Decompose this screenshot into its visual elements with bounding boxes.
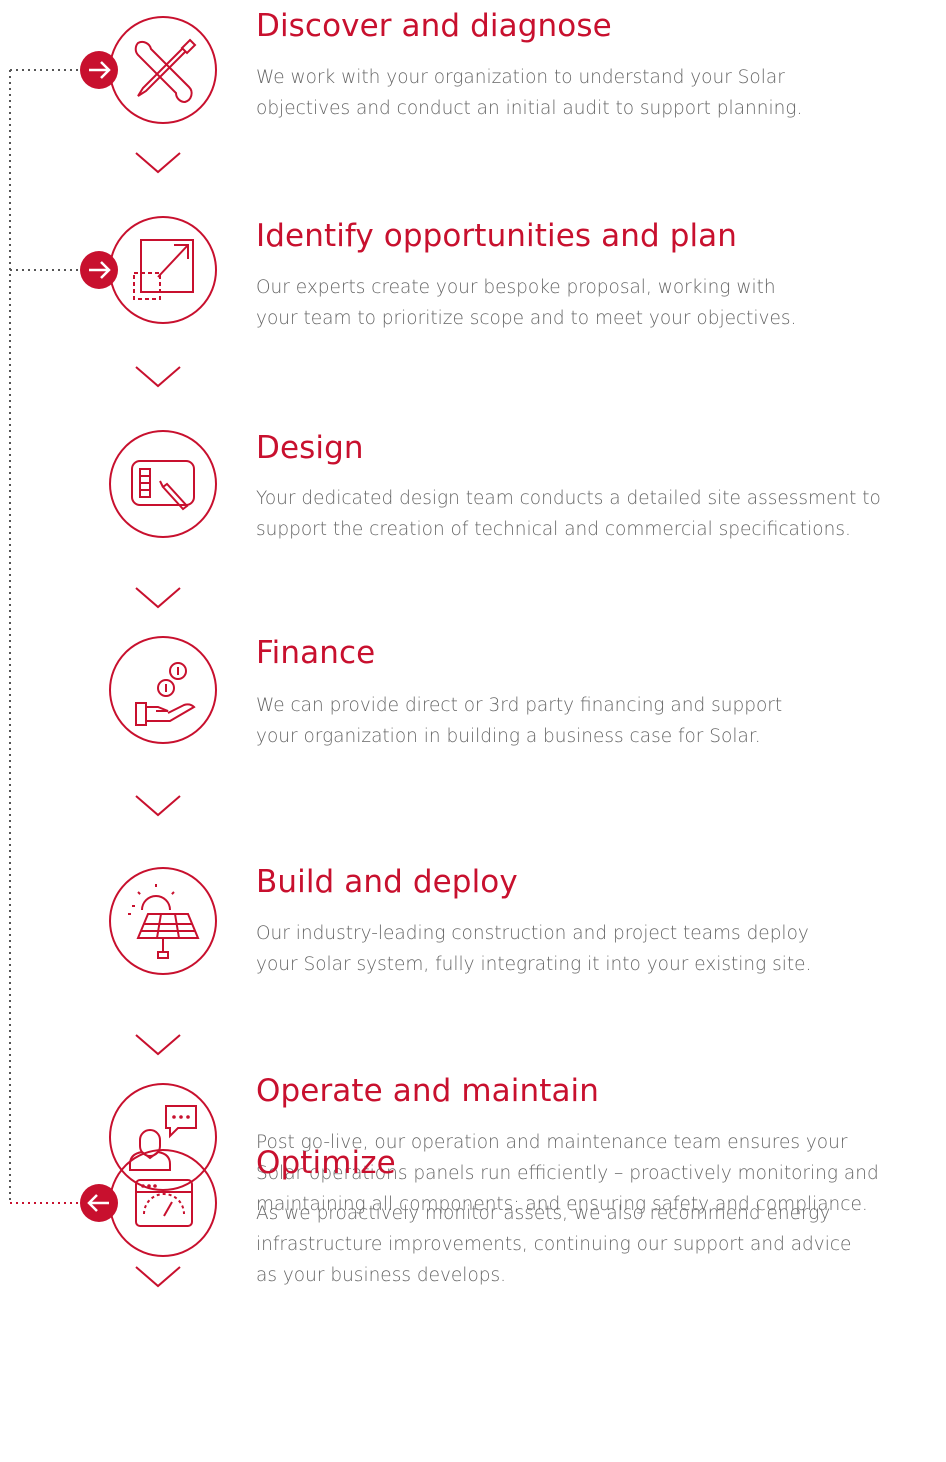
step-title: Build and deploy	[256, 864, 518, 900]
dashboard-gauge-icon	[109, 1149, 217, 1257]
loop-arrow-left-button[interactable]	[80, 1184, 118, 1222]
hand-coins-icon	[109, 636, 217, 744]
arrow-left-icon	[80, 1184, 118, 1222]
step-title: Identify opportunities and plan	[256, 218, 738, 254]
step-title: Operate and maintain	[256, 1073, 600, 1109]
step-icon-circle	[108, 866, 218, 976]
step-title: Design	[256, 430, 364, 466]
arrow-right-icon	[80, 51, 118, 89]
loop-arrow-right-button[interactable]	[80, 251, 118, 289]
step-title: Finance	[256, 635, 376, 671]
wrench-screwdriver-icon	[109, 16, 217, 124]
expand-square-icon	[109, 216, 217, 324]
step-description: As we proactively monitor assets, we als…	[256, 1203, 852, 1286]
chevron-down-icon	[135, 587, 181, 609]
step-title: Discover and diagnose	[256, 8, 612, 44]
chevron-down-icon	[135, 1266, 181, 1288]
step-title: Optimize	[256, 1145, 396, 1181]
step-description: We can provide direct or 3rd party finan…	[256, 695, 783, 747]
step-description: Our industry-leading construction and pr…	[256, 923, 812, 975]
step-description: Our experts create your bespoke proposal…	[256, 277, 797, 329]
step-icon-circle	[108, 635, 218, 745]
solar-panel-icon	[109, 867, 217, 975]
step-icon-circle	[108, 429, 218, 539]
step-description: Your dedicated design team conducts a de…	[256, 488, 881, 540]
step-description: We work with your organization to unders…	[256, 67, 803, 119]
chevron-down-icon	[135, 366, 181, 388]
step-icon-circle	[108, 1148, 218, 1258]
chevron-down-icon	[135, 1034, 181, 1056]
design-tablet-icon	[109, 430, 217, 538]
arrow-right-icon	[80, 251, 118, 289]
chevron-down-icon	[135, 152, 181, 174]
step-icon-circle	[108, 15, 218, 125]
loop-arrow-right-button[interactable]	[80, 51, 118, 89]
step-icon-circle	[108, 215, 218, 325]
chevron-down-icon	[135, 795, 181, 817]
process-diagram: Discover and diagnose We work with your …	[0, 0, 946, 1462]
